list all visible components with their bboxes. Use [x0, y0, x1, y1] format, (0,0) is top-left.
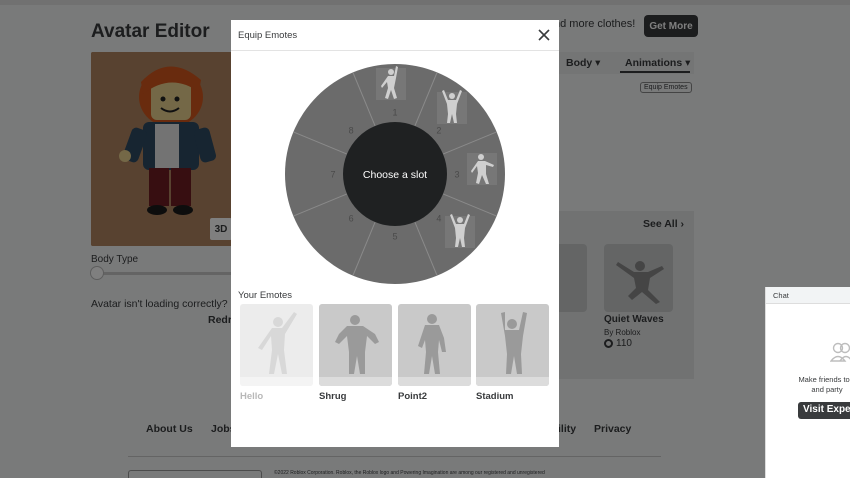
slot-number[interactable]: 2: [436, 126, 441, 136]
slot-number[interactable]: 4: [436, 213, 441, 223]
emote-tile-point2[interactable]: [398, 304, 471, 386]
slot-3-emote[interactable]: [467, 153, 497, 185]
slot-1-emote[interactable]: [376, 66, 406, 100]
slot-number[interactable]: 7: [330, 170, 335, 180]
emote-name: Shrug: [319, 391, 347, 402]
chat-header[interactable]: Chat: [766, 287, 850, 304]
emote-figure-icon: [335, 315, 379, 374]
slot-2-emote[interactable]: [437, 90, 467, 124]
equip-emotes-modal: Equip Emotes 1 2 3 4 5 6 7 8 Choose a slot Your…: [231, 20, 559, 447]
chat-panel: Chat Make friends to s and party Visit E…: [765, 287, 850, 478]
slot-number[interactable]: 1: [392, 108, 397, 118]
tile-footer: [476, 377, 549, 386]
chat-empty-text: Make friends to s and party: [792, 375, 850, 395]
tile-footer: [398, 377, 471, 386]
emote-wheel[interactable]: 1 2 3 4 5 6 7 8 Choose a slot: [285, 64, 505, 284]
visit-experience-button[interactable]: Visit Exper: [798, 402, 850, 419]
your-emotes-label: Your Emotes: [238, 290, 293, 301]
close-icon[interactable]: [536, 27, 552, 43]
emote-tile-hello[interactable]: [240, 304, 313, 386]
emote-tile-shrug[interactable]: [319, 304, 392, 386]
modal-header: Equip Emotes: [231, 20, 559, 51]
slot-number[interactable]: 5: [392, 232, 397, 242]
emote-figure-icon: [258, 312, 297, 374]
chat-text-line: Make friends to s: [798, 375, 850, 384]
emote-name: Point2: [398, 391, 428, 402]
slot-number[interactable]: 8: [349, 126, 354, 136]
modal-title: Equip Emotes: [238, 30, 298, 41]
slot-4-emote[interactable]: [445, 214, 475, 248]
friends-icon: [830, 342, 850, 362]
tile-footer: [319, 377, 392, 386]
tile-footer: [240, 377, 313, 386]
choose-slot-label: Choose a slot: [363, 169, 427, 181]
emote-name: Stadium: [476, 391, 514, 402]
emote-tile-stadium[interactable]: [476, 304, 549, 386]
slot-number[interactable]: 6: [349, 213, 354, 223]
emote-name: Hello: [240, 391, 264, 402]
slot-number[interactable]: 3: [454, 170, 459, 180]
chat-text-line: and party: [811, 385, 843, 394]
emote-figure-icon: [418, 314, 446, 374]
emote-figure-icon: [501, 312, 527, 374]
